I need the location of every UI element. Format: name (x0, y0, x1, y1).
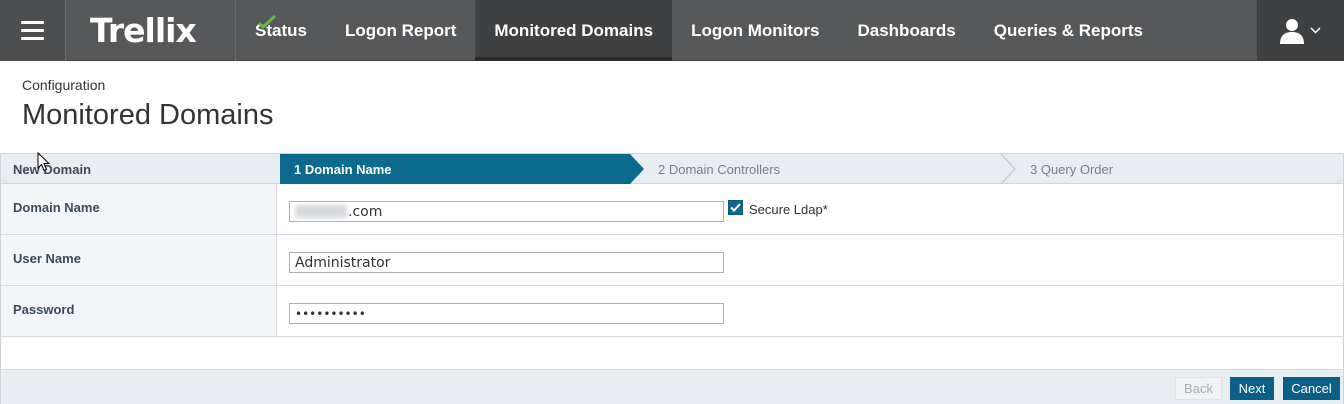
wizard-panel: New Domain 1 Domain Name 2 Domain Contro… (0, 153, 1344, 404)
hamburger-menu-button[interactable] (0, 0, 66, 61)
back-button[interactable]: Back (1175, 377, 1222, 400)
nav-item-queries-reports[interactable]: Queries & Reports (975, 0, 1162, 61)
nav-item-status[interactable]: Status (236, 0, 326, 61)
secure-ldap-label: Secure Ldap* (749, 202, 828, 217)
user-name-input[interactable]: Administrator (289, 252, 724, 273)
breadcrumb: Configuration (22, 77, 106, 93)
wizard-step-domain-name[interactable]: 1 Domain Name (294, 162, 392, 177)
top-navigation: Trellix Status Logon Report Monitored Do… (0, 0, 1344, 61)
user-name-label: User Name (13, 251, 81, 266)
step-arrows (280, 154, 1016, 184)
wizard-step-domain-controllers[interactable]: 2 Domain Controllers (658, 162, 780, 177)
wizard-step-query-order[interactable]: 3 Query Order (1030, 162, 1113, 177)
cancel-button[interactable]: Cancel (1283, 377, 1340, 400)
domain-suffix: .com (348, 203, 383, 220)
hamburger-icon (21, 21, 44, 24)
password-input[interactable]: •••••••••• (289, 303, 724, 324)
nav-item-logon-monitors[interactable]: Logon Monitors (672, 0, 838, 61)
domain-name-input[interactable]: .com (289, 201, 724, 222)
chevron-down-icon (1310, 27, 1321, 34)
nav-item-dashboards[interactable]: Dashboards (838, 0, 974, 61)
nav-item-logon-report[interactable]: Logon Report (326, 0, 475, 61)
user-icon (1280, 18, 1304, 44)
secure-ldap-checkbox[interactable] (728, 200, 743, 215)
wizard-steps-bar: New Domain 1 Domain Name 2 Domain Contro… (1, 154, 1343, 184)
redacted-domain (295, 205, 347, 218)
password-label: Password (13, 302, 75, 317)
user-menu-button[interactable] (1257, 0, 1344, 61)
domain-name-label: Domain Name (13, 200, 100, 215)
wizard-section-label: New Domain (13, 162, 92, 177)
page-title: Monitored Domains (22, 99, 274, 131)
checkmark-icon (730, 203, 741, 212)
logo-check-icon (258, 15, 276, 29)
next-button[interactable]: Next (1230, 377, 1274, 400)
nav-item-monitored-domains[interactable]: Monitored Domains (475, 0, 673, 61)
nav-menu: Status Logon Report Monitored Domains Lo… (236, 0, 1162, 61)
brand-logo[interactable]: Trellix (66, 0, 276, 61)
brand-name: Trellix (90, 11, 197, 50)
wizard-footer: Back Next Cancel (1, 369, 1343, 404)
mouse-cursor-icon (37, 152, 51, 172)
